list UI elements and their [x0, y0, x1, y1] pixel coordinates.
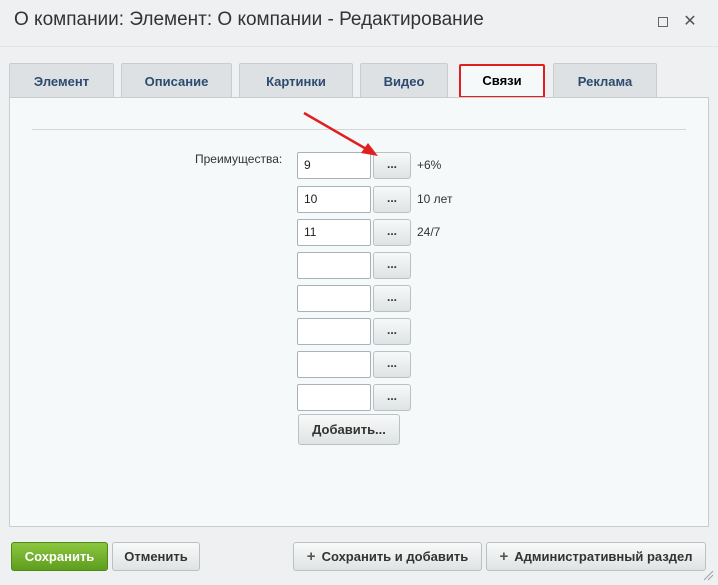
admin-section-label: Административный раздел — [514, 549, 693, 564]
save-and-add-button[interactable]: + Сохранить и добавить — [293, 542, 482, 571]
tab-pictures[interactable]: Картинки — [239, 63, 353, 98]
plus-icon: + — [499, 548, 509, 565]
link-row: ... — [297, 252, 557, 279]
browse-button[interactable]: ... — [373, 219, 411, 246]
element-id-input[interactable]: 9 — [297, 152, 371, 179]
tab-bar: Элемент Описание Картинки Видео Связи Ре… — [9, 63, 709, 98]
link-row: ... — [297, 285, 557, 312]
divider — [32, 129, 686, 130]
tab-content-panel: Преимущества: 9 ... +6% 10 ... 10 лет 11… — [9, 97, 709, 527]
add-button[interactable]: Добавить... — [298, 414, 400, 445]
element-title: +6% — [417, 158, 442, 172]
admin-section-button[interactable]: + Административный раздел — [486, 542, 706, 571]
element-id-input[interactable] — [297, 285, 371, 312]
element-id-input[interactable]: 11 — [297, 219, 371, 246]
browse-button[interactable]: ... — [373, 186, 411, 213]
window-titlebar: О компании: Элемент: О компании - Редакт… — [0, 0, 718, 47]
browse-button[interactable]: ... — [373, 285, 411, 312]
close-icon[interactable]: ✕ — [681, 13, 699, 31]
browse-button[interactable]: ... — [373, 384, 411, 411]
browse-button[interactable]: ... — [373, 351, 411, 378]
tab-links[interactable]: Связи — [459, 64, 545, 98]
advantages-label: Преимущества: — [195, 152, 283, 166]
tab-video[interactable]: Видео — [360, 63, 448, 98]
link-row: 10 ... 10 лет — [297, 186, 557, 213]
link-row: ... — [297, 384, 557, 411]
save-and-add-label: Сохранить и добавить — [321, 549, 469, 564]
element-id-input[interactable]: 10 — [297, 186, 371, 213]
element-title: 10 лет — [417, 192, 453, 206]
element-id-input[interactable] — [297, 318, 371, 345]
element-id-input[interactable] — [297, 351, 371, 378]
maximize-icon[interactable] — [654, 13, 672, 31]
link-row: 11 ... 24/7 — [297, 219, 557, 246]
tab-advertising[interactable]: Реклама — [553, 63, 657, 98]
link-row: 9 ... +6% — [297, 152, 557, 179]
cancel-button[interactable]: Отменить — [112, 542, 200, 571]
browse-button[interactable]: ... — [373, 152, 411, 179]
save-button[interactable]: Сохранить — [11, 542, 108, 571]
element-id-input[interactable] — [297, 252, 371, 279]
browse-button[interactable]: ... — [373, 318, 411, 345]
plus-icon: + — [306, 548, 316, 565]
resize-grip-icon[interactable] — [702, 569, 714, 581]
window-title: О компании: Элемент: О компании - Редакт… — [14, 9, 484, 30]
tab-element[interactable]: Элемент — [9, 63, 114, 98]
browse-button[interactable]: ... — [373, 252, 411, 279]
element-id-input[interactable] — [297, 384, 371, 411]
link-row: ... — [297, 318, 557, 345]
tab-description[interactable]: Описание — [121, 63, 232, 98]
link-row: ... — [297, 351, 557, 378]
element-title: 24/7 — [417, 225, 441, 239]
